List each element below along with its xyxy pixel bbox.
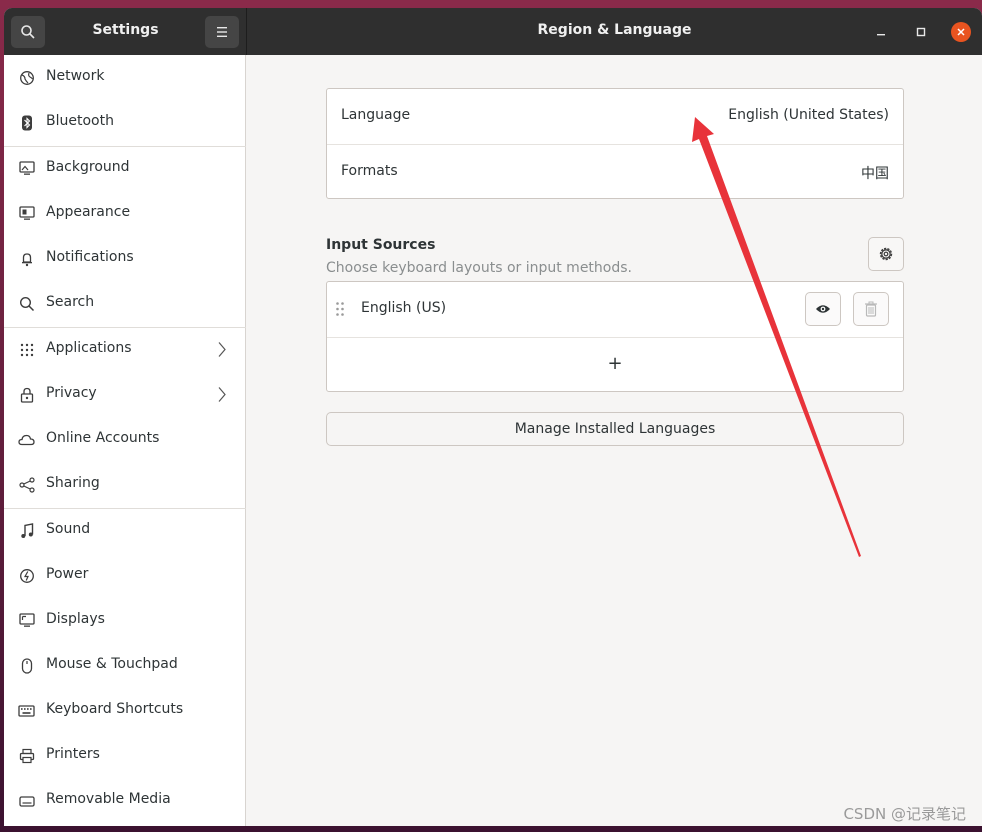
sidebar: Network Bluetooth Background Appearance: [4, 55, 246, 826]
sidebar-item-network[interactable]: Network: [4, 55, 246, 100]
formats-value: 中国: [861, 166, 889, 182]
sidebar-item-sharing[interactable]: Sharing: [4, 462, 246, 507]
search-icon: [18, 295, 35, 312]
sidebar-item-label: Printers: [46, 746, 100, 762]
sidebar-item-keyboard-shortcuts[interactable]: Keyboard Shortcuts: [4, 688, 246, 733]
sidebar-item-removable-media[interactable]: Removable Media: [4, 778, 246, 823]
input-sources-panel: English (US) +: [326, 281, 904, 392]
preview-layout-button[interactable]: [805, 292, 841, 326]
share-icon: [18, 476, 35, 493]
sidebar-item-sound[interactable]: Sound: [4, 508, 246, 553]
sidebar-item-mouse-touchpad[interactable]: Mouse & Touchpad: [4, 643, 246, 688]
sidebar-item-label: Appearance: [46, 204, 131, 220]
display-icon: [18, 612, 35, 629]
sidebar-item-label: Keyboard Shortcuts: [46, 701, 184, 717]
mouse-icon: [18, 657, 35, 674]
drag-handle-icon[interactable]: [335, 301, 345, 317]
close-icon: [957, 28, 965, 36]
sidebar-item-label: Search: [46, 294, 95, 310]
gear-icon: [879, 247, 893, 261]
removable-media-icon: [18, 792, 35, 809]
sidebar-item-label: Network: [46, 68, 105, 84]
apps-grid-icon: [18, 341, 35, 358]
sidebar-item-label: Bluetooth: [46, 113, 114, 129]
chevron-right-icon: [218, 387, 226, 402]
watermark: CSDN @记录笔记: [843, 805, 966, 823]
background-icon: [18, 160, 35, 177]
formats-row[interactable]: Formats 中国: [327, 145, 903, 200]
main-content: Language English (United States) Formats…: [247, 55, 982, 826]
bell-icon: [18, 250, 35, 267]
title-bar: Settings Region & Language: [4, 8, 982, 55]
appearance-icon: [18, 205, 35, 222]
menu-button[interactable]: [205, 16, 239, 48]
sidebar-item-displays[interactable]: Displays: [4, 598, 246, 643]
language-formats-panel: Language English (United States) Formats…: [326, 88, 904, 199]
sidebar-item-label: Power: [46, 566, 89, 582]
trash-icon: [865, 301, 877, 317]
add-icon: +: [607, 353, 623, 374]
eye-icon: [816, 305, 830, 313]
cloud-icon: [18, 431, 35, 448]
input-source-row[interactable]: English (US): [327, 282, 903, 337]
remove-input-source-button[interactable]: [853, 292, 889, 326]
sidebar-item-background[interactable]: Background: [4, 146, 246, 191]
input-source-options-button[interactable]: [868, 237, 904, 271]
sidebar-item-label: Background: [46, 159, 130, 175]
input-source-label: English (US): [361, 300, 447, 316]
minimize-icon: [877, 34, 885, 36]
sidebar-item-label: Online Accounts: [46, 430, 160, 446]
sidebar-item-appearance[interactable]: Appearance: [4, 191, 246, 236]
input-sources-title: Input Sources: [326, 237, 436, 253]
bluetooth-icon: [18, 114, 35, 131]
sidebar-item-power[interactable]: Power: [4, 553, 246, 598]
sidebar-item-label: Removable Media: [46, 791, 171, 807]
sidebar-item-printers[interactable]: Printers: [4, 733, 246, 778]
input-sources-subtitle: Choose keyboard layouts or input methods…: [326, 260, 632, 276]
sidebar-item-label: Privacy: [46, 385, 97, 401]
sidebar-item-label: Mouse & Touchpad: [46, 656, 178, 672]
add-input-source-row[interactable]: +: [327, 338, 903, 393]
maximize-icon: [916, 27, 926, 37]
sidebar-item-label: Sharing: [46, 475, 100, 491]
sidebar-item-search[interactable]: Search: [4, 281, 246, 326]
sidebar-header: Settings: [4, 8, 247, 55]
formats-label: Formats: [341, 163, 398, 179]
language-row[interactable]: Language English (United States): [327, 89, 903, 144]
sidebar-item-label: Displays: [46, 611, 105, 627]
sidebar-item-label: Sound: [46, 521, 91, 537]
music-note-icon: [18, 522, 35, 539]
close-button[interactable]: [951, 22, 971, 42]
minimize-button[interactable]: [871, 22, 891, 42]
manage-installed-languages-button[interactable]: Manage Installed Languages: [326, 412, 904, 446]
lock-icon: [18, 386, 35, 403]
sidebar-item-privacy[interactable]: Privacy: [4, 372, 246, 417]
keyboard-icon: [18, 702, 35, 719]
chevron-right-icon: [218, 342, 226, 357]
sidebar-item-notifications[interactable]: Notifications: [4, 236, 246, 281]
settings-window: Settings Region & Language Network Bluet…: [4, 8, 982, 826]
hamburger-menu-icon: [217, 27, 227, 37]
sidebar-item-online-accounts[interactable]: Online Accounts: [4, 417, 246, 462]
sidebar-item-bluetooth[interactable]: Bluetooth: [4, 100, 246, 145]
language-label: Language: [341, 107, 411, 123]
network-icon: [18, 69, 35, 86]
sidebar-item-label: Applications: [46, 340, 132, 356]
power-icon: [18, 567, 35, 584]
sidebar-item-label: Notifications: [46, 249, 134, 265]
maximize-button[interactable]: [911, 22, 931, 42]
sidebar-item-applications[interactable]: Applications: [4, 327, 246, 372]
printer-icon: [18, 747, 35, 764]
language-value: English (United States): [728, 107, 889, 123]
